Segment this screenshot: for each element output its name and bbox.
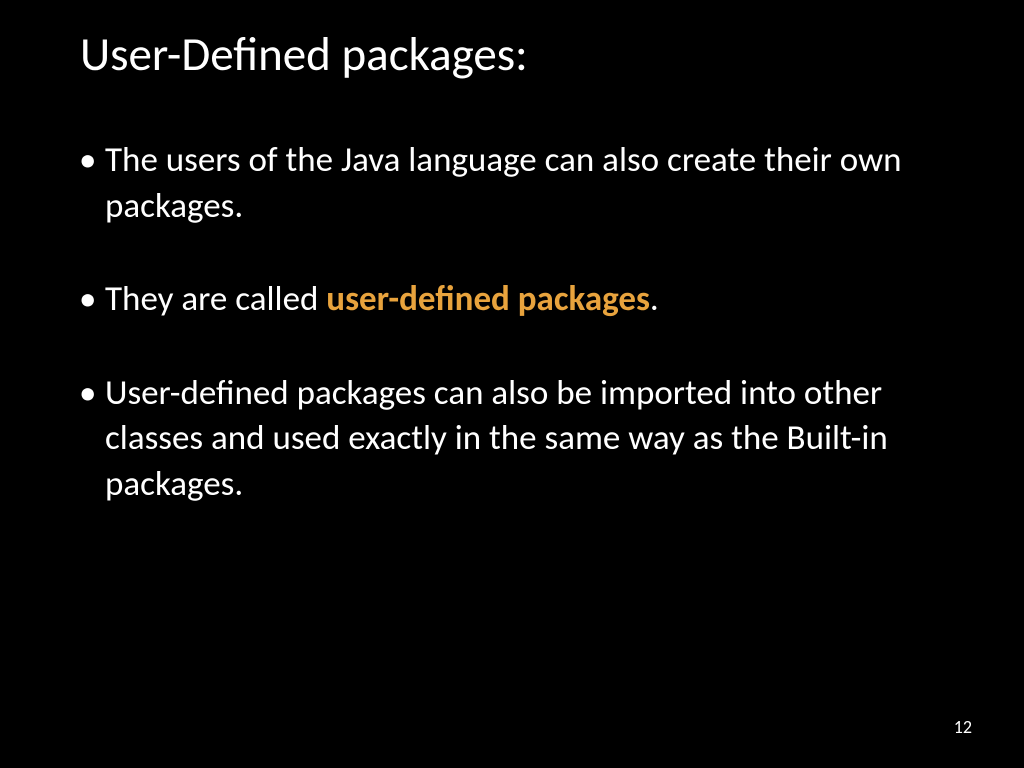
bullet-text-after: . — [650, 278, 659, 320]
bullet-list: The users of the Java language can also … — [75, 138, 949, 507]
bullet-text-before: They are called — [105, 278, 326, 320]
slide-container: User-Defined packages: The users of the … — [0, 0, 1024, 768]
slide-title: User-Defined packages: — [80, 25, 949, 83]
bullet-text: The users of the Java language can also … — [105, 139, 902, 227]
bullet-text: User-defined packages can also be import… — [105, 372, 888, 505]
bullet-highlight: user-defined packages — [326, 278, 650, 320]
bullet-item: The users of the Java language can also … — [75, 138, 949, 229]
bullet-item: User-defined packages can also be import… — [75, 371, 949, 508]
bullet-item: They are called user-defined packages. — [75, 277, 949, 323]
page-number: 12 — [954, 716, 972, 738]
